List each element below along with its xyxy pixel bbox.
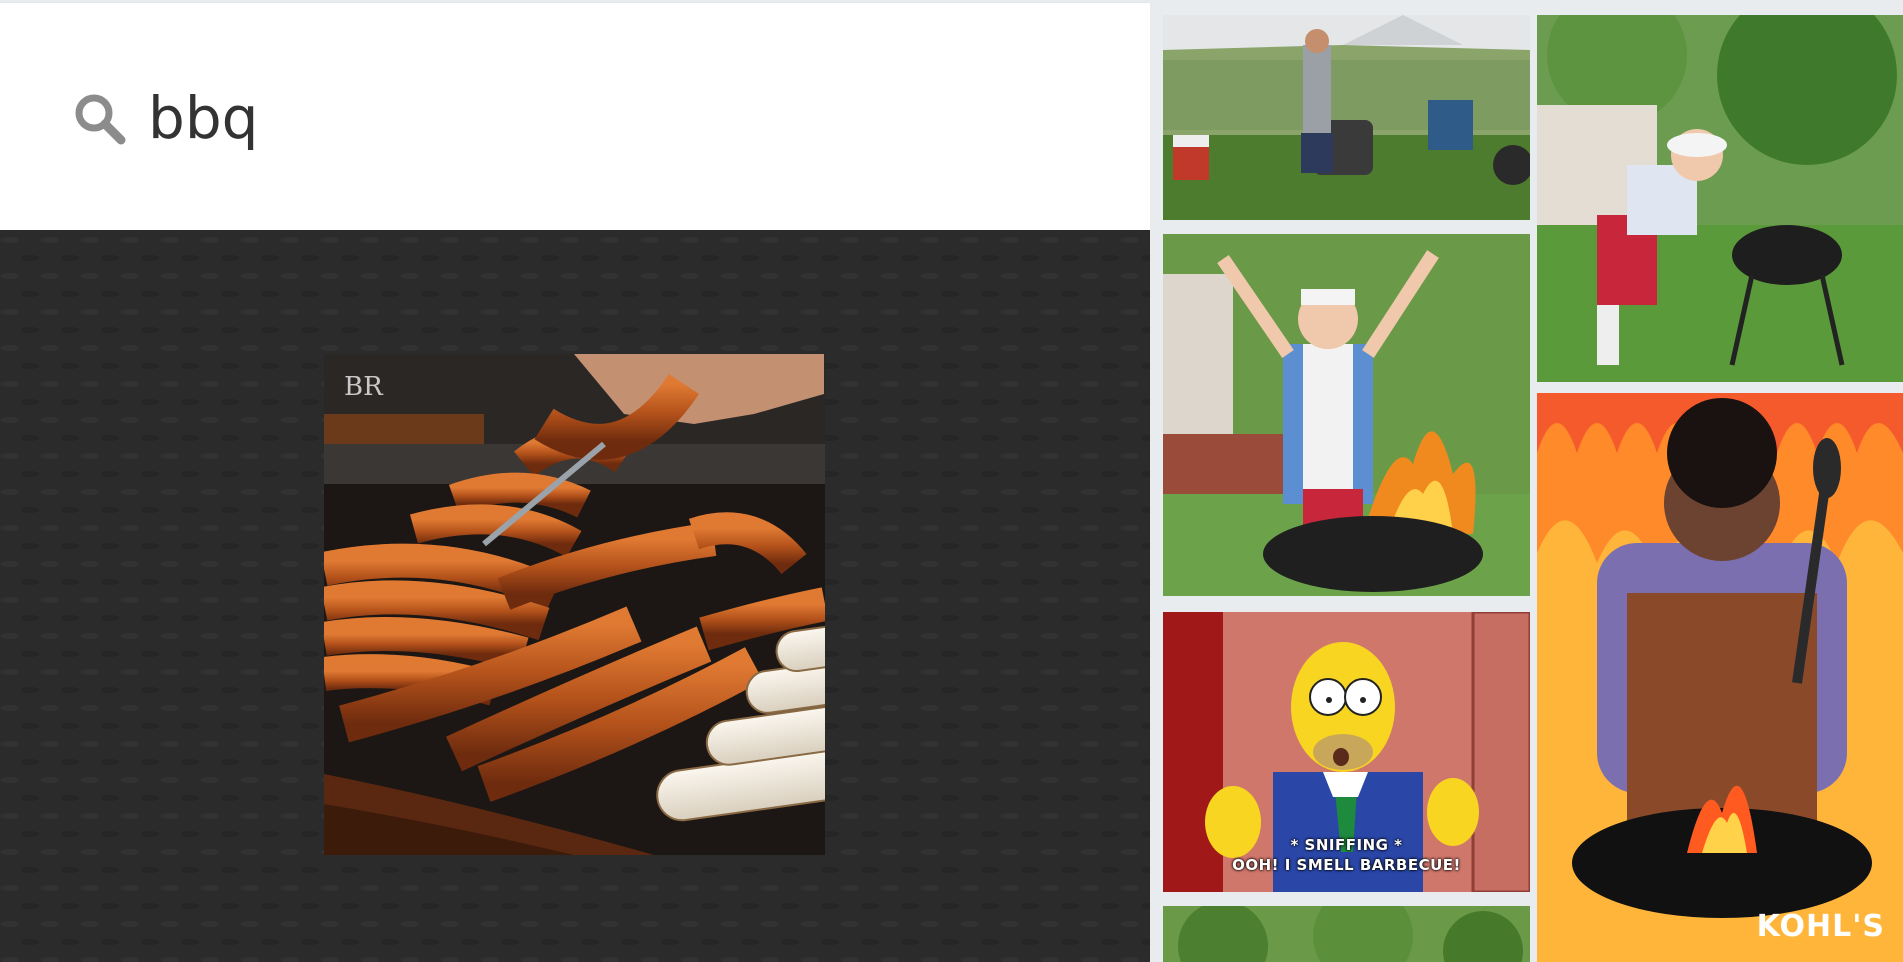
caption-line-1: * SNIFFING * — [1290, 836, 1403, 854]
gif-tile-backyard-party[interactable] — [1163, 15, 1530, 220]
br-watermark: BR — [344, 372, 383, 402]
selected-gif-sausages-on-grill[interactable]: BR — [324, 354, 825, 855]
gif-tile-homer-simpson[interactable]: * SNIFFING * OOH! I SMELL BARBECUE! — [1163, 612, 1530, 892]
search-icon[interactable] — [72, 91, 128, 147]
gif-tile-kid-charcoal-bag[interactable] — [1537, 15, 1903, 382]
search-bar — [0, 2, 1150, 230]
kohls-logo: KOHL'S — [1756, 909, 1885, 944]
gif-results-grid: * SNIFFING * OOH! I SMELL BARBECUE! KOHL… — [1150, 0, 1903, 962]
gif-tile-trees-partial[interactable] — [1163, 906, 1530, 962]
gif-tile-kohls-griller[interactable]: KOHL'S — [1537, 393, 1903, 962]
gif-viewer: BR — [0, 230, 1150, 962]
gif-search-app: BR — [0, 0, 1903, 962]
left-pane: BR — [0, 0, 1150, 962]
caption-line-2: OOH! I SMELL BARBECUE! — [1232, 856, 1461, 874]
search-input[interactable] — [148, 83, 1048, 153]
gif-tile-grill-flames[interactable] — [1163, 234, 1530, 596]
